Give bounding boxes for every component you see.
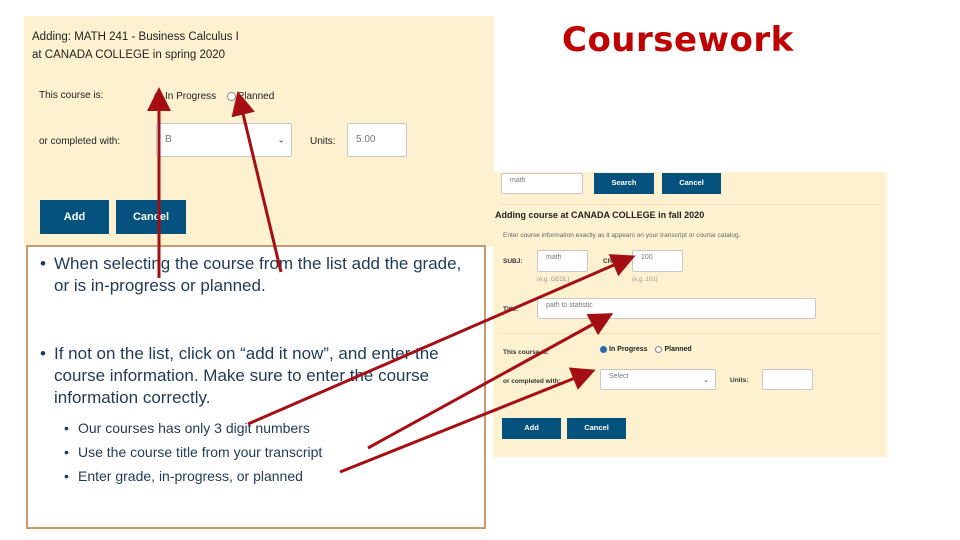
cancel-button[interactable]: Cancel <box>116 200 186 234</box>
status-radio-group: In Progress Planned <box>600 346 698 353</box>
units-input[interactable]: 5.00 <box>347 123 407 157</box>
divider <box>501 204 879 205</box>
sub-bullet-text: Enter grade, in-progress, or planned <box>78 468 303 484</box>
subj-hint: (e.g. GEOL) <box>537 277 570 283</box>
form-heading-college: at CANADA COLLEGE in spring 2020 <box>32 49 226 61</box>
bullet-marker: • <box>64 420 69 436</box>
bullet-text: When selecting the course from the list … <box>54 254 462 295</box>
grade-label: or completed with: <box>503 378 561 385</box>
course-from-list-form: Adding: MATH 241 - Business Calculus I a… <box>24 16 494 246</box>
crs-input[interactable]: 100 <box>632 250 683 272</box>
units-input[interactable] <box>762 369 813 390</box>
sub-bullet-text: Our courses has only 3 digit numbers <box>78 420 310 436</box>
form-heading-course: Adding: MATH 241 - Business Calculus I <box>32 31 239 43</box>
add-course-heading: Adding course at CANADA COLLEGE in fall … <box>495 210 705 220</box>
subj-label: SUBJ: <box>503 258 523 265</box>
units-label: Units: <box>310 136 336 147</box>
search-button[interactable]: Search <box>594 173 654 194</box>
chevron-down-icon: ⌄ <box>703 376 709 384</box>
radio-in-progress[interactable] <box>154 92 163 102</box>
bullet-marker: • <box>40 254 46 273</box>
radio-in-progress-label: In Progress <box>609 346 648 353</box>
form-heading: Adding: MATH 241 - Business Calculus I a… <box>32 28 239 64</box>
instructions-box: • When selecting the course from the lis… <box>26 245 486 529</box>
units-label: Units: <box>730 377 749 384</box>
radio-planned[interactable] <box>226 92 236 102</box>
add-button[interactable]: Add <box>40 200 109 234</box>
search-cancel-button[interactable]: Cancel <box>662 173 721 194</box>
bullet-item: • When selecting the course from the lis… <box>40 253 480 297</box>
radio-in-progress-label: In Progress <box>165 91 217 103</box>
title-input[interactable]: path to statistic <box>537 298 816 319</box>
bullet-text: If not on the list, click on “add it now… <box>54 344 439 407</box>
subj-input[interactable]: math <box>537 250 588 272</box>
grade-select[interactable]: B ⌄ <box>156 123 292 157</box>
bullet-marker: • <box>40 344 46 363</box>
chevron-down-icon: ⌄ <box>277 134 285 145</box>
crs-label: CRS#: <box>603 258 623 265</box>
radio-planned[interactable] <box>655 346 663 353</box>
status-radio-group: In Progress Planned <box>154 88 280 106</box>
bullet-marker: • <box>64 468 69 484</box>
radio-planned-label: Planned <box>664 346 692 353</box>
status-label: This course is: <box>503 349 549 356</box>
add-button[interactable]: Add <box>502 418 561 439</box>
add-course-instructions: Enter course information exactly as it a… <box>503 232 741 239</box>
cancel-button[interactable]: Cancel <box>567 418 626 439</box>
sub-bullet-item: • Our courses has only 3 digit numbers <box>64 419 310 437</box>
sub-bullet-item: • Enter grade, in-progress, or planned <box>64 467 303 485</box>
bullet-item: • If not on the list, click on “add it n… <box>40 343 480 409</box>
grade-select-value: B <box>165 134 172 145</box>
sub-bullet-text: Use the course title from your transcrip… <box>78 444 323 460</box>
bullet-marker: • <box>64 444 69 460</box>
slide-title: Coursework <box>562 20 794 60</box>
divider <box>501 333 879 334</box>
grade-label: or completed with: <box>39 136 121 147</box>
panel-top-edge <box>493 170 887 172</box>
title-label: Title: <box>503 306 519 313</box>
radio-planned-label: Planned <box>237 91 275 103</box>
radio-in-progress[interactable] <box>600 346 607 353</box>
status-label: This course is: <box>39 90 104 101</box>
add-course-manually-form: math Search Cancel Adding course at CANA… <box>493 170 887 457</box>
sub-bullet-item: • Use the course title from your transcri… <box>64 443 322 461</box>
grade-select[interactable]: Select ⌄ <box>600 369 716 390</box>
course-search-input[interactable]: math <box>501 173 583 194</box>
grade-select-placeholder: Select <box>609 373 629 380</box>
crs-hint: (e.g. 101) <box>632 277 658 283</box>
